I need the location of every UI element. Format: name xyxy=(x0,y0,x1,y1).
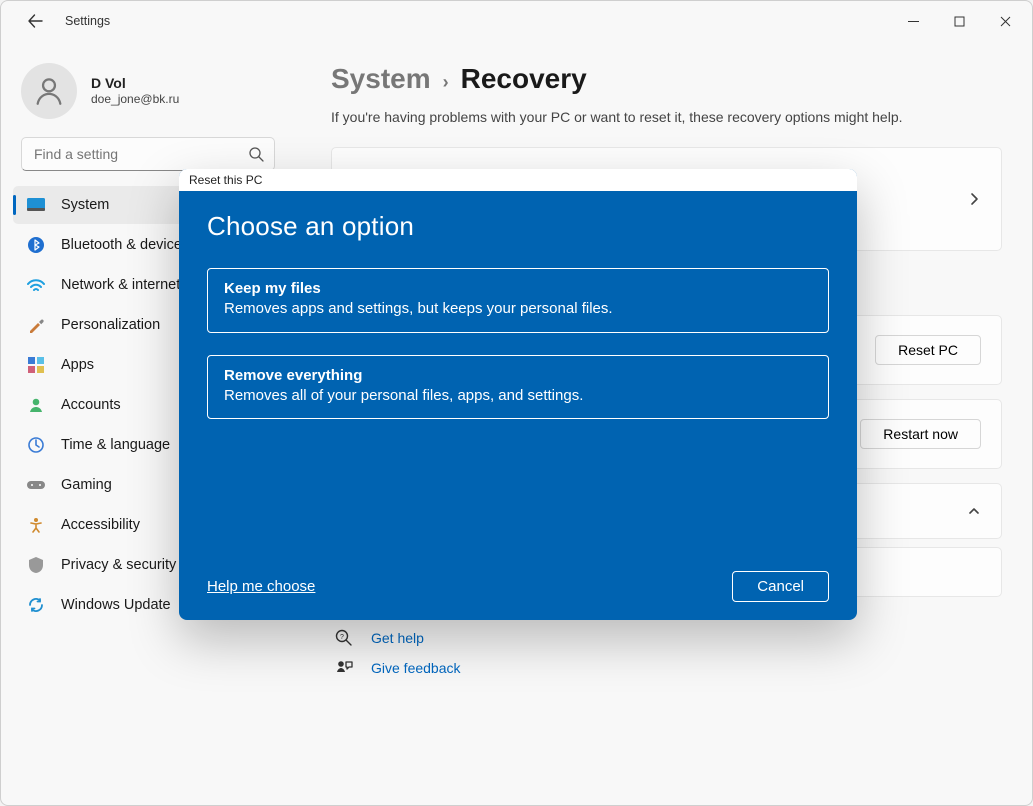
network-icon xyxy=(27,276,45,294)
option-title: Remove everything xyxy=(224,366,812,386)
reset-this-pc-dialog: Reset this PC Choose an option Keep my f… xyxy=(179,169,857,620)
update-icon xyxy=(27,596,45,614)
dialog-title: Reset this PC xyxy=(179,169,857,191)
person-icon xyxy=(32,74,66,108)
give-feedback-link[interactable]: Give feedback xyxy=(331,653,1002,683)
system-icon xyxy=(27,196,45,214)
footer-links: ? Get help Give feedback xyxy=(331,623,1002,683)
page-subtitle: If you're having problems with your PC o… xyxy=(331,109,1002,125)
option-remove-everything[interactable]: Remove everything Removes all of your pe… xyxy=(207,355,829,420)
profile-email: doe_jone@bk.ru xyxy=(91,92,179,108)
window-controls xyxy=(890,5,1028,37)
sidebar-item-label: Accounts xyxy=(61,397,121,413)
option-desc: Removes all of your personal files, apps… xyxy=(224,386,812,406)
svg-text:?: ? xyxy=(340,634,344,641)
back-button[interactable] xyxy=(19,5,51,37)
back-arrow-icon xyxy=(27,13,43,29)
profile-block[interactable]: D Vol doe_jone@bk.ru xyxy=(7,51,289,137)
sidebar-item-label: Bluetooth & devices xyxy=(61,237,189,253)
chevron-up-icon xyxy=(967,504,981,518)
cancel-button[interactable]: Cancel xyxy=(732,571,829,602)
time-language-icon xyxy=(27,436,45,454)
personalization-icon xyxy=(27,316,45,334)
get-help-link[interactable]: ? Get help xyxy=(331,623,1002,653)
gaming-icon xyxy=(27,476,45,494)
option-keep-my-files[interactable]: Keep my files Removes apps and settings,… xyxy=(207,268,829,333)
settings-window: Settings D xyxy=(0,0,1033,806)
help-icon: ? xyxy=(333,629,355,647)
privacy-icon xyxy=(27,556,45,574)
titlebar: Settings xyxy=(1,1,1032,41)
reset-pc-button[interactable]: Reset PC xyxy=(875,335,981,365)
app-title: Settings xyxy=(65,14,110,28)
help-me-choose-link[interactable]: Help me choose xyxy=(207,578,315,595)
breadcrumb-current: Recovery xyxy=(461,63,587,95)
close-button[interactable] xyxy=(982,5,1028,37)
sidebar-item-label: Apps xyxy=(61,357,94,373)
apps-icon xyxy=(27,356,45,374)
minimize-button[interactable] xyxy=(890,5,936,37)
accessibility-icon xyxy=(27,516,45,534)
chevron-right-icon xyxy=(967,192,981,206)
accounts-icon xyxy=(27,396,45,414)
sidebar-item-label: Accessibility xyxy=(61,517,140,533)
sidebar-item-label: Personalization xyxy=(61,317,160,333)
search-box[interactable] xyxy=(21,137,275,171)
breadcrumb: System › Recovery xyxy=(331,63,1002,95)
bluetooth-icon xyxy=(27,236,45,254)
sidebar-item-label: Time & language xyxy=(61,437,170,453)
maximize-icon xyxy=(954,16,965,27)
close-icon xyxy=(1000,16,1011,27)
get-help-label: Get help xyxy=(371,630,424,646)
search-icon xyxy=(248,146,264,162)
sidebar-item-label: Privacy & security xyxy=(61,557,176,573)
chevron-right-icon: › xyxy=(443,72,449,93)
sidebar-item-label: System xyxy=(61,197,109,213)
option-desc: Removes apps and settings, but keeps you… xyxy=(224,299,812,319)
feedback-icon xyxy=(333,659,355,677)
restart-now-button[interactable]: Restart now xyxy=(860,419,981,449)
maximize-button[interactable] xyxy=(936,5,982,37)
give-feedback-label: Give feedback xyxy=(371,660,461,676)
search-input[interactable] xyxy=(32,145,248,163)
sidebar-item-label: Gaming xyxy=(61,477,112,493)
avatar xyxy=(21,63,77,119)
option-title: Keep my files xyxy=(224,279,812,299)
profile-name: D Vol xyxy=(91,74,179,92)
dialog-heading: Choose an option xyxy=(207,211,829,242)
minimize-icon xyxy=(908,16,919,27)
sidebar-item-label: Network & internet xyxy=(61,277,180,293)
sidebar-item-label: Windows Update xyxy=(61,597,171,613)
breadcrumb-parent[interactable]: System xyxy=(331,63,431,95)
